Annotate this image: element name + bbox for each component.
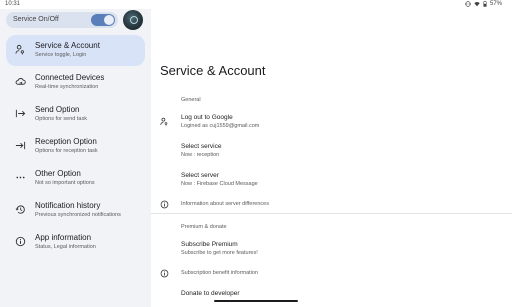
cloud-sync-icon bbox=[15, 76, 26, 87]
sidebar-item-other-option[interactable]: Other Option Not so important options bbox=[6, 163, 145, 194]
sidebar-item-subtitle: Options for send task bbox=[35, 116, 87, 122]
arrow-into-bar-icon bbox=[15, 140, 26, 151]
gesture-home-bar[interactable] bbox=[214, 300, 298, 302]
logout-subtitle: Logined as cuj1559@gmail.com bbox=[181, 123, 260, 129]
service-toggle-switch[interactable] bbox=[91, 14, 115, 26]
wifi-icon bbox=[474, 1, 480, 7]
status-time: 10:31 bbox=[5, 1, 21, 7]
avatar[interactable] bbox=[123, 10, 143, 30]
subscription-info-text: Subscription benefit information bbox=[181, 270, 259, 276]
switch-knob bbox=[104, 15, 114, 25]
sidebar-item-title: Service & Account bbox=[35, 41, 100, 50]
server-info-text: Information about server differences bbox=[181, 201, 269, 207]
page-title: Service & Account bbox=[160, 63, 266, 78]
donate-title: Donate to developer bbox=[181, 290, 240, 297]
sidebar-item-subtitle: Service toggle, Login bbox=[35, 52, 87, 58]
sidebar-item-title: App information bbox=[35, 233, 92, 242]
subscribe-title: Subscribe Premium bbox=[181, 241, 238, 248]
sidebar-item-notification-history[interactable]: Notification history Previous synchroniz… bbox=[6, 195, 145, 226]
arrow-right-bar-icon bbox=[15, 108, 26, 119]
sidebar-item-subtitle: Not so important options bbox=[35, 180, 95, 186]
sidebar-item-connected-devices[interactable]: Connected Devices Real-time synchronizat… bbox=[6, 67, 145, 98]
vibrate-icon bbox=[465, 1, 471, 7]
subscribe-subtitle: Subscribe to get more features! bbox=[181, 250, 258, 256]
sidebar-item-subtitle: Real-time synchronization bbox=[35, 84, 99, 90]
account-key-icon bbox=[15, 44, 26, 55]
sidebar-item-reception-option[interactable]: Reception Option Options for reception t… bbox=[6, 131, 145, 162]
logout-title: Log out to Google bbox=[181, 114, 233, 121]
sidebar-item-send-option[interactable]: Send Option Options for send task bbox=[6, 99, 145, 130]
section-divider bbox=[151, 213, 512, 214]
history-icon bbox=[15, 204, 26, 215]
sidebar-item-title: Reception Option bbox=[35, 137, 97, 146]
status-bar: 10:31 57% bbox=[0, 0, 512, 9]
account-key-icon bbox=[160, 117, 169, 126]
status-icons: 57% bbox=[465, 1, 502, 7]
sidebar-item-subtitle: Status, Legal information bbox=[35, 244, 96, 250]
sidebar-item-subtitle: Previous synchronized notifications bbox=[35, 212, 121, 218]
sidebar-item-subtitle: Options for reception task bbox=[35, 148, 98, 154]
more-horizontal-icon bbox=[15, 172, 26, 183]
service-toggle-row[interactable]: Service On/Off bbox=[6, 12, 118, 28]
section-header-premium: Premium & donate bbox=[181, 224, 227, 230]
info-icon bbox=[160, 200, 169, 209]
select-service-title: Select service bbox=[181, 143, 222, 150]
battery-percent: 57% bbox=[489, 1, 502, 7]
main-content: Service & Account General Log out to Goo… bbox=[151, 9, 512, 307]
sidebar-item-title: Other Option bbox=[35, 169, 81, 178]
sidebar-item-title: Connected Devices bbox=[35, 73, 105, 82]
sidebar-item-title: Send Option bbox=[35, 105, 80, 114]
info-icon bbox=[160, 269, 169, 278]
sidebar: Service On/Off Service & Account Service… bbox=[0, 9, 151, 307]
service-toggle-label: Service On/Off bbox=[13, 16, 59, 23]
select-server-title: Select server bbox=[181, 172, 219, 179]
select-service-subtitle: Now : reception bbox=[181, 152, 220, 158]
sidebar-item-app-information[interactable]: App information Status, Legal informatio… bbox=[6, 227, 145, 258]
battery-icon bbox=[483, 1, 487, 7]
sidebar-item-service-account[interactable]: Service & Account Service toggle, Login bbox=[6, 35, 145, 66]
select-server-subtitle: Now : Firebase Cloud Message bbox=[181, 181, 258, 187]
info-icon bbox=[15, 236, 26, 247]
section-header-general: General bbox=[181, 97, 201, 103]
sidebar-item-title: Notification history bbox=[35, 201, 101, 210]
